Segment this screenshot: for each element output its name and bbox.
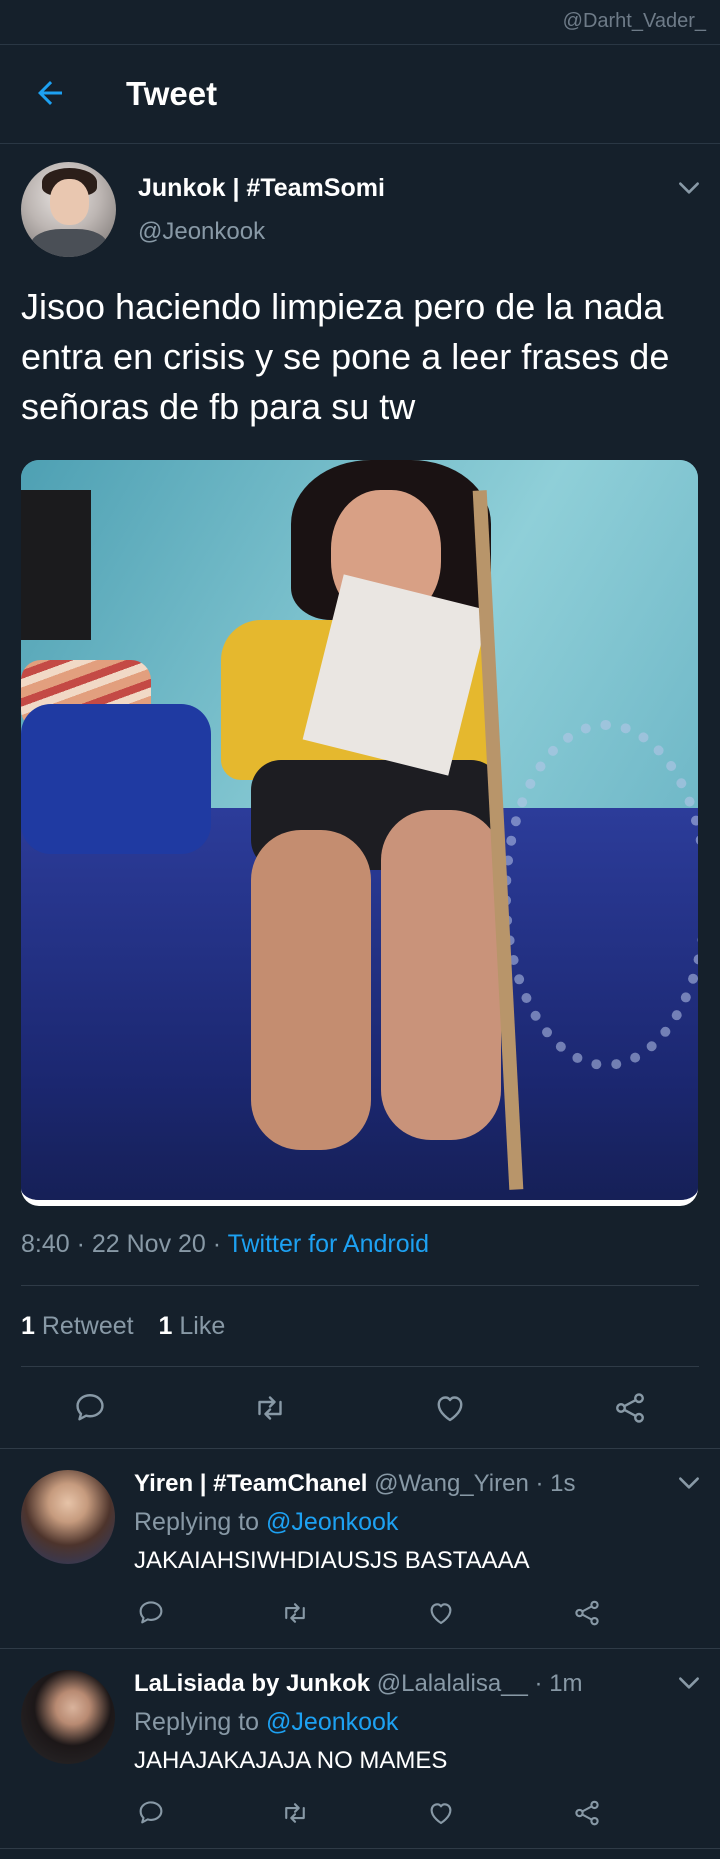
reply-avatar[interactable]	[21, 1670, 115, 1764]
page-title: Tweet	[126, 75, 218, 112]
divider	[21, 1285, 699, 1286]
replying-to-link[interactable]: @Jeonkook	[266, 1508, 398, 1536]
reply-text: JAKAIAHSIWHDIAUSJS BASTAAAA	[134, 1547, 530, 1574]
like-icon	[430, 1603, 452, 1625]
retweet-icon	[285, 1603, 305, 1623]
reply-icon	[139, 1601, 163, 1624]
reply-author[interactable]: LaLisiada by Junkok @Lalalalisa__ · 1m	[134, 1670, 583, 1698]
divider	[0, 1448, 720, 1449]
reply-icon	[139, 1801, 163, 1824]
author-handle[interactable]: @Jeonkook	[138, 218, 265, 246]
chevron-down-icon	[679, 1677, 699, 1689]
reply-text: JAHAJAKAJAJA NO MAMES	[134, 1747, 448, 1774]
like-icon	[437, 1396, 463, 1422]
tweet-text: Jisoo haciendo limpieza pero de la nada …	[21, 286, 670, 427]
reply-button[interactable]	[136, 1598, 166, 1628]
retweet-button[interactable]	[280, 1598, 310, 1628]
retweets-count[interactable]: 1 Retweet	[21, 1312, 134, 1340]
replying-to: Replying to @Jeonkook	[134, 1708, 399, 1736]
likes-count[interactable]: 1 Like	[159, 1312, 226, 1340]
like-button[interactable]	[426, 1798, 456, 1828]
like-button[interactable]	[432, 1390, 468, 1426]
divider	[0, 1848, 720, 1849]
author-name[interactable]: Junkok | #TeamSomi	[138, 174, 385, 203]
reply-author[interactable]: Yiren | #TeamChanel @Wang_Yiren · 1s	[134, 1470, 575, 1498]
share-icon	[575, 1800, 599, 1826]
retweet-button[interactable]	[252, 1390, 288, 1426]
reply-handle: @Lalalalisa__ · 1m	[376, 1670, 583, 1697]
replying-to: Replying to @Jeonkook	[134, 1508, 399, 1536]
reply-icon	[76, 1394, 104, 1421]
retweet-button[interactable]	[280, 1798, 310, 1828]
top-bar: Tweet	[0, 44, 720, 144]
tweet-menu-button[interactable]	[676, 175, 702, 201]
share-icon	[616, 1393, 644, 1423]
tweet-stats: 1 Retweet 1 Like	[21, 1312, 243, 1341]
author-avatar[interactable]	[21, 162, 116, 257]
reply-menu-button[interactable]	[676, 1470, 702, 1496]
tweet-timestamp: 8:40 · 22 Nov 20 ·	[21, 1230, 228, 1258]
replying-to-link[interactable]: @Jeonkook	[266, 1708, 398, 1736]
retweet-icon	[285, 1803, 305, 1823]
retweet-icon	[258, 1396, 282, 1420]
share-icon	[575, 1600, 599, 1626]
chevron-down-icon	[679, 182, 699, 194]
reply-handle: @Wang_Yiren · 1s	[374, 1470, 576, 1497]
divider	[21, 1366, 699, 1367]
like-icon	[430, 1803, 452, 1825]
reply-avatar[interactable]	[21, 1470, 115, 1564]
reply-button[interactable]	[72, 1390, 108, 1426]
reply-button[interactable]	[136, 1798, 166, 1828]
tweet-photo[interactable]	[21, 460, 698, 1206]
tweet-source-link[interactable]: Twitter for Android	[228, 1230, 429, 1258]
share-button[interactable]	[612, 1390, 648, 1426]
like-button[interactable]	[426, 1598, 456, 1628]
watermark: @Darht_Vader_	[562, 10, 706, 32]
back-button[interactable]	[32, 75, 68, 111]
divider	[0, 1648, 720, 1649]
share-button[interactable]	[572, 1798, 602, 1828]
tweet-meta: 8:40 · 22 Nov 20 · Twitter for Android	[21, 1230, 429, 1259]
arrow-left-icon	[38, 81, 62, 105]
chevron-down-icon	[679, 1477, 699, 1489]
share-button[interactable]	[572, 1598, 602, 1628]
reply-menu-button[interactable]	[676, 1670, 702, 1696]
